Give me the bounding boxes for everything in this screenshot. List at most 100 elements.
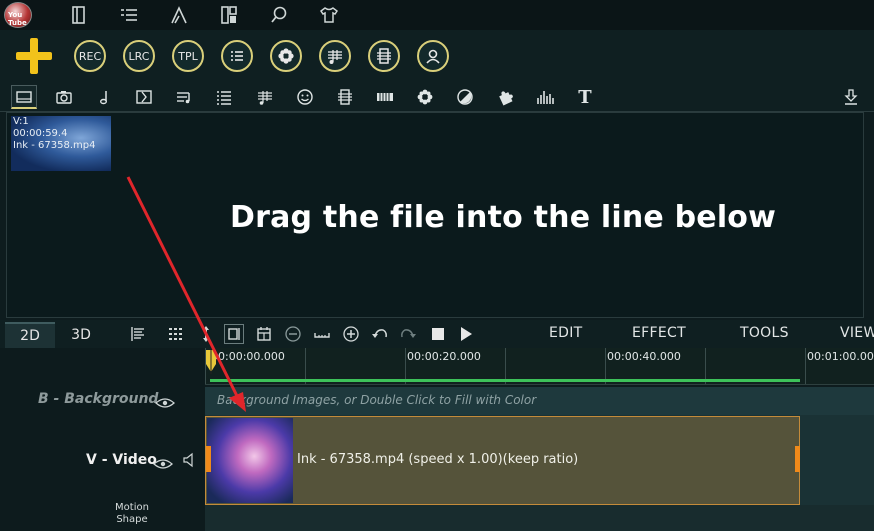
app-window: You Tube REC LRC TPL T V:1 00:00:59.4 In… bbox=[0, 0, 874, 531]
playhead[interactable] bbox=[206, 350, 216, 374]
list-button[interactable] bbox=[221, 40, 253, 72]
flower-icon bbox=[417, 89, 433, 105]
clip-label: Ink - 67358.mp4 (speed x 1.00)(keep rati… bbox=[297, 452, 579, 467]
media-item[interactable]: V:1 00:00:59.4 Ink - 67358.mp4 bbox=[11, 116, 111, 171]
grid-icon[interactable] bbox=[166, 324, 186, 344]
select-icon[interactable] bbox=[224, 324, 244, 344]
tab-transition[interactable] bbox=[131, 85, 157, 109]
list-icon bbox=[217, 91, 231, 105]
align-left-icon[interactable] bbox=[128, 324, 148, 344]
tab-subtitle[interactable] bbox=[332, 85, 358, 109]
tab-color[interactable] bbox=[452, 85, 478, 109]
subtitle-button[interactable] bbox=[368, 40, 400, 72]
tab-sticker[interactable] bbox=[292, 85, 318, 109]
background-track-label: B - Background bbox=[38, 391, 159, 407]
add-media-button[interactable] bbox=[16, 38, 52, 74]
contrast-icon bbox=[457, 89, 473, 105]
user-button[interactable] bbox=[417, 40, 449, 72]
subtitle-icon bbox=[377, 48, 391, 64]
media-tabs: T bbox=[0, 82, 874, 112]
undo-icon[interactable] bbox=[370, 324, 390, 344]
flower-button[interactable] bbox=[270, 40, 302, 72]
calendar-icon[interactable] bbox=[254, 324, 274, 344]
shape-label: Shape bbox=[116, 514, 148, 525]
menu-effect[interactable]: EFFECT bbox=[632, 325, 686, 341]
video-track-label: V - Video bbox=[86, 452, 157, 468]
keyboard-icon bbox=[377, 93, 393, 101]
text-icon: T bbox=[578, 86, 592, 108]
play-icon[interactable] bbox=[456, 324, 476, 344]
tab-music[interactable] bbox=[91, 85, 117, 109]
clip-thumbnail bbox=[207, 418, 293, 503]
media-item-filename: Ink - 67358.mp4 bbox=[13, 140, 96, 151]
menu-edit[interactable]: EDIT bbox=[549, 325, 583, 341]
tab-video[interactable] bbox=[11, 85, 37, 109]
video-icon bbox=[16, 90, 32, 103]
search-icon[interactable] bbox=[268, 4, 290, 26]
tpl-button[interactable]: TPL bbox=[172, 40, 204, 72]
zoom-out-icon[interactable] bbox=[283, 324, 303, 344]
media-item-track: V:1 bbox=[13, 116, 29, 127]
rec-label: REC bbox=[78, 49, 102, 63]
score-icon bbox=[328, 50, 342, 64]
eye-icon[interactable] bbox=[155, 394, 175, 408]
tab-keyboard[interactable] bbox=[372, 85, 398, 109]
zoom-in-icon[interactable] bbox=[341, 324, 361, 344]
ruler-label: 00:00:00.000 bbox=[211, 350, 285, 363]
app-logo[interactable]: You Tube bbox=[4, 2, 32, 28]
top-menu-bar: You Tube bbox=[0, 0, 874, 30]
menu-tools[interactable]: TOOLS bbox=[740, 325, 789, 341]
motion-label: Motion bbox=[115, 502, 149, 513]
list-icon bbox=[231, 51, 243, 61]
lrc-button[interactable]: LRC bbox=[123, 40, 155, 72]
clip-right-handle[interactable] bbox=[795, 446, 800, 472]
tab-3d[interactable]: 3D bbox=[56, 322, 106, 348]
logo-text: You Tube bbox=[8, 11, 27, 27]
tshirt-icon[interactable] bbox=[318, 4, 340, 26]
tpl-label: TPL bbox=[178, 49, 198, 63]
layout-icon[interactable] bbox=[218, 4, 240, 26]
background-track-hint: Background Images, or Double Click to Fi… bbox=[217, 393, 537, 407]
book-icon[interactable] bbox=[68, 4, 90, 26]
tab-list[interactable] bbox=[211, 85, 237, 109]
tab-playlist[interactable] bbox=[171, 85, 197, 109]
tab-plugins[interactable] bbox=[492, 85, 518, 109]
redo-icon[interactable] bbox=[398, 324, 418, 344]
smiley-icon bbox=[297, 89, 313, 105]
motion-shape-track[interactable] bbox=[205, 505, 874, 531]
fit-width-icon[interactable] bbox=[312, 324, 332, 344]
eye-icon[interactable] bbox=[153, 455, 173, 469]
tab-audio[interactable] bbox=[532, 85, 558, 109]
camera-icon bbox=[56, 91, 72, 104]
lambda-icon[interactable] bbox=[168, 4, 190, 26]
tab-score[interactable] bbox=[252, 85, 278, 109]
user-icon bbox=[426, 49, 440, 64]
tab-2d[interactable]: 2D bbox=[5, 322, 55, 348]
download-icon bbox=[844, 89, 858, 105]
menu-view[interactable]: VIEW bbox=[840, 325, 874, 341]
score-button[interactable] bbox=[319, 40, 351, 72]
rec-button[interactable]: REC bbox=[74, 40, 106, 72]
render-progress-bar bbox=[210, 379, 800, 382]
media-item-duration: 00:00:59.4 bbox=[13, 128, 68, 139]
tab-effects[interactable] bbox=[412, 85, 438, 109]
equalizer-icon bbox=[537, 91, 554, 104]
lrc-label: LRC bbox=[128, 49, 150, 63]
list-icon[interactable] bbox=[118, 4, 140, 26]
playlist-icon bbox=[177, 92, 190, 104]
drag-hint-annotation: Drag the file into the line below bbox=[230, 200, 777, 235]
subtitle-icon bbox=[338, 89, 352, 105]
record-toolbar: REC LRC TPL bbox=[0, 30, 874, 82]
vertical-resize-icon[interactable] bbox=[196, 324, 216, 344]
stop-icon[interactable] bbox=[428, 324, 448, 344]
ruler-label: 00:00:20.000 bbox=[407, 350, 481, 363]
ruler-label: 00:01:00.000 bbox=[807, 350, 874, 363]
tab-photo[interactable] bbox=[51, 85, 77, 109]
speaker-icon[interactable] bbox=[182, 452, 198, 468]
tab-text[interactable]: T bbox=[572, 85, 598, 109]
clip-left-handle[interactable] bbox=[206, 446, 211, 472]
motion-shape-track-label: Motion Shape bbox=[100, 502, 164, 526]
score-icon bbox=[258, 91, 272, 105]
timeline-toolbar: 2D 3D EDIT EFFECT TOOLS VIEW bbox=[0, 320, 874, 348]
download-button[interactable] bbox=[838, 85, 864, 109]
